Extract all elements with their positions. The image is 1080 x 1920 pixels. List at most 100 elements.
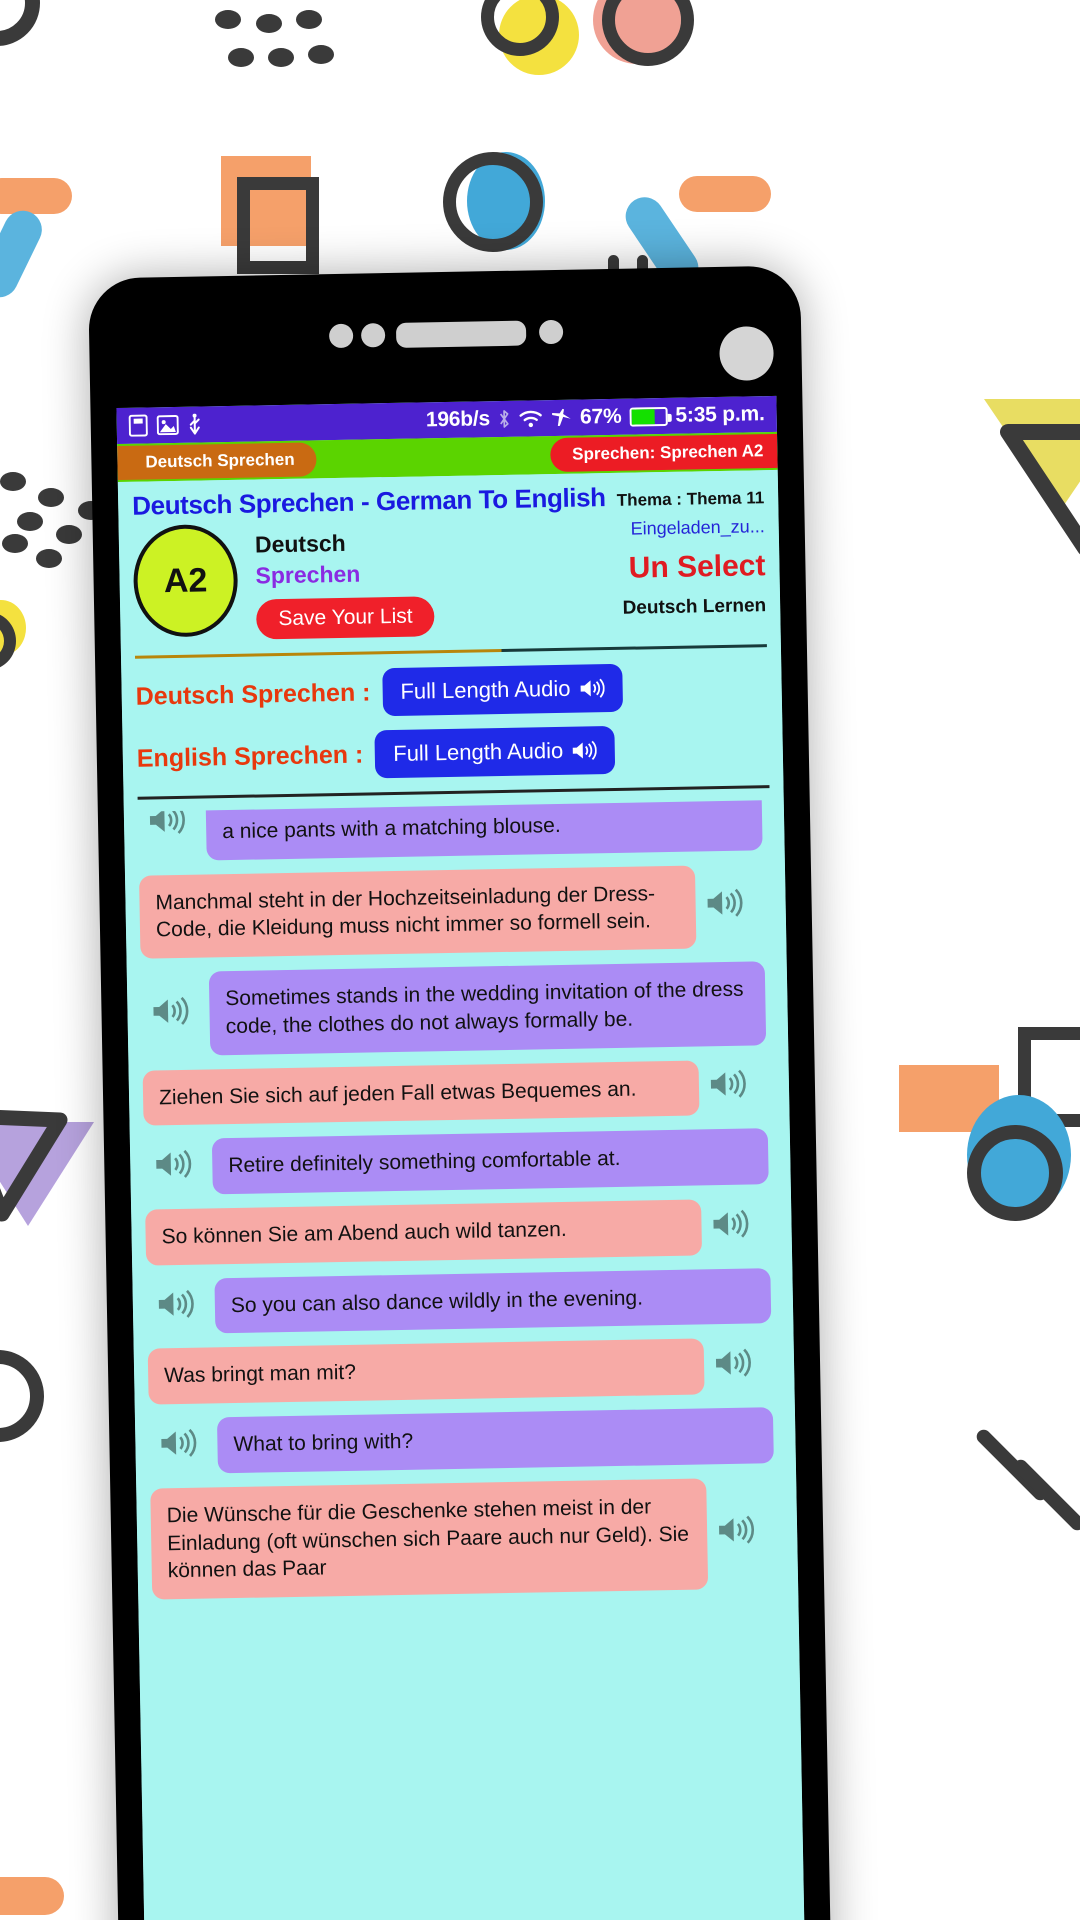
profile-card: A2 Deutsch Sprechen Save Your List Einge… [119,510,781,642]
image-icon [156,414,179,436]
sensor-dot [360,323,386,348]
front-camera-icon [719,325,775,381]
speaker-icon[interactable] [149,1427,206,1466]
message-row-de[interactable]: Ziehen Sie sich auf jeden Fall etwas Beq… [129,1058,790,1126]
message-row-en[interactable]: So you can also dance wildly in the even… [132,1267,793,1336]
circle-outline-decoration [967,1125,1063,1221]
message-text: Manchmal steht in der Hochzeitseinladung… [139,865,697,959]
wifi-icon [519,410,543,427]
earpiece-speaker [395,320,527,348]
phone-screen: 196b/s 67% 5:35 p.m. Deutsch Sprechen Sp… [116,395,806,1920]
airplane-mode-icon [552,408,572,426]
message-text: So you can also dance wildly in the even… [214,1267,772,1334]
circle-outline-decoration [0,0,40,46]
network-speed-label: 196b/s [425,407,491,432]
message-row-en[interactable]: Sometimes stands in the wedding invitati… [127,961,788,1057]
english-audio-button-label: Full Length Audio [393,737,564,767]
orange-pill-decoration [0,178,72,214]
message-text: Was bringt man mit? [147,1338,705,1405]
status-bar-right-icons: 196b/s 67% 5:35 p.m. [426,402,765,432]
dot-decoration [268,48,294,67]
message-row-de[interactable]: Was bringt man mit? [134,1337,795,1405]
divider [137,785,770,800]
message-text: Die Wünsche für die Geschenke stehen mei… [150,1478,709,1600]
speaker-icon[interactable] [144,1148,201,1187]
invited-link[interactable]: Eingeladen_zu... [621,516,765,540]
speaker-icon [580,678,605,698]
phone-device-frame: 196b/s 67% 5:35 p.m. Deutsch Sprechen Sp… [88,265,832,1920]
dot-decoration [228,48,254,67]
english-audio-row: English Sprechen : Full Length Audio [122,709,783,783]
message-row-en[interactable]: Retire definitely something comfortable … [130,1128,791,1196]
thema-label: Thema : Thema 11 [616,488,765,510]
square-outline-decoration [237,177,319,274]
orange-pill-decoration [0,1877,64,1915]
blue-bar-decoration [0,204,49,304]
english-audio-label: English Sprechen : [136,740,364,773]
sim-card-icon [128,414,148,437]
bluetooth-icon [500,410,509,428]
english-full-length-audio-button[interactable]: Full Length Audio [374,725,616,779]
speaker-icon[interactable] [141,995,198,1034]
message-text: What to bring with? [216,1407,774,1474]
toolbar-right-chip[interactable]: Sprechen: Sprechen A2 [549,433,778,473]
level-avatar: A2 [132,523,239,638]
speaker-icon[interactable] [707,1514,764,1553]
dot-decoration [215,10,241,29]
speaker-icon[interactable] [147,1287,204,1326]
german-audio-label: Deutsch Sprechen : [135,677,371,711]
speaker-icon[interactable] [704,1347,761,1386]
dot-decoration [17,512,43,531]
message-row-en[interactable]: a nice pants with a matching blouse. [124,799,785,862]
circle-outline-decoration [443,152,543,252]
speaker-icon[interactable] [695,887,752,926]
triangle-outline-decoration [1000,424,1080,555]
status-bar-left-icons [128,413,202,437]
german-audio-button-label: Full Length Audio [400,675,571,704]
dot-decoration [36,549,62,568]
language-label: Deutsch [254,529,346,558]
clock-label: 5:35 p.m. [675,402,765,427]
message-row-en[interactable]: What to bring with? [135,1407,796,1475]
speaker-icon[interactable] [701,1207,758,1246]
orange-pill-decoration [679,176,771,212]
toolbar-left-chip[interactable]: Deutsch Sprechen [117,442,317,481]
circle-outline-decoration [0,1350,44,1442]
message-row-de[interactable]: Manchmal steht in der Hochzeitseinladung… [125,864,786,960]
phone-speaker-row [89,311,801,356]
message-row-de[interactable]: Die Wünsche für die Geschenke stehen mei… [136,1477,798,1600]
german-full-length-audio-button[interactable]: Full Length Audio [382,663,623,717]
message-text: Retire definitely something comfortable … [211,1128,769,1195]
speaker-icon[interactable] [699,1068,756,1107]
message-text: Sometimes stands in the wedding invitati… [208,961,767,1056]
deutsch-lernen-label[interactable]: Deutsch Lernen [622,595,766,620]
skill-label: Sprechen [255,560,361,589]
speaker-icon[interactable] [138,804,195,843]
sensor-dot [538,319,564,345]
dot-decoration [256,14,282,33]
battery-icon [629,406,668,427]
profile-card-middle: Deutsch Sprechen Save Your List [237,520,435,640]
app-content: Deutsch Sprechen - German To English The… [117,469,806,1920]
sensor-dot [328,323,354,349]
battery-percent-label: 67% [579,404,622,429]
dot-decoration [0,472,26,491]
dot-decoration [296,10,322,29]
diagonal-line-decoration [1010,1456,1080,1534]
dot-decoration [38,488,64,507]
page-root: 196b/s 67% 5:35 p.m. Deutsch Sprechen Sp… [0,0,1080,1920]
un-select-button[interactable]: Un Select [622,549,766,586]
message-text: So können Sie am Abend auch wild tanzen. [145,1199,703,1266]
triangle-outline-decoration [0,1109,68,1222]
message-text: a nice pants with a matching blouse. [205,799,763,861]
dot-decoration [56,525,82,544]
dot-decoration [2,534,28,553]
message-list[interactable]: a nice pants with a matching blouse. Man… [124,799,799,1617]
dot-decoration [308,45,334,64]
save-your-list-button[interactable]: Save Your List [255,596,435,640]
usb-icon [189,413,200,435]
speaker-icon [573,740,598,760]
profile-card-right: Eingeladen_zu... Un Select Deutsch Lerne… [621,514,767,633]
message-row-de[interactable]: So können Sie am Abend auch wild tanzen. [131,1198,792,1266]
message-text: Ziehen Sie sich auf jeden Fall etwas Beq… [142,1060,700,1126]
